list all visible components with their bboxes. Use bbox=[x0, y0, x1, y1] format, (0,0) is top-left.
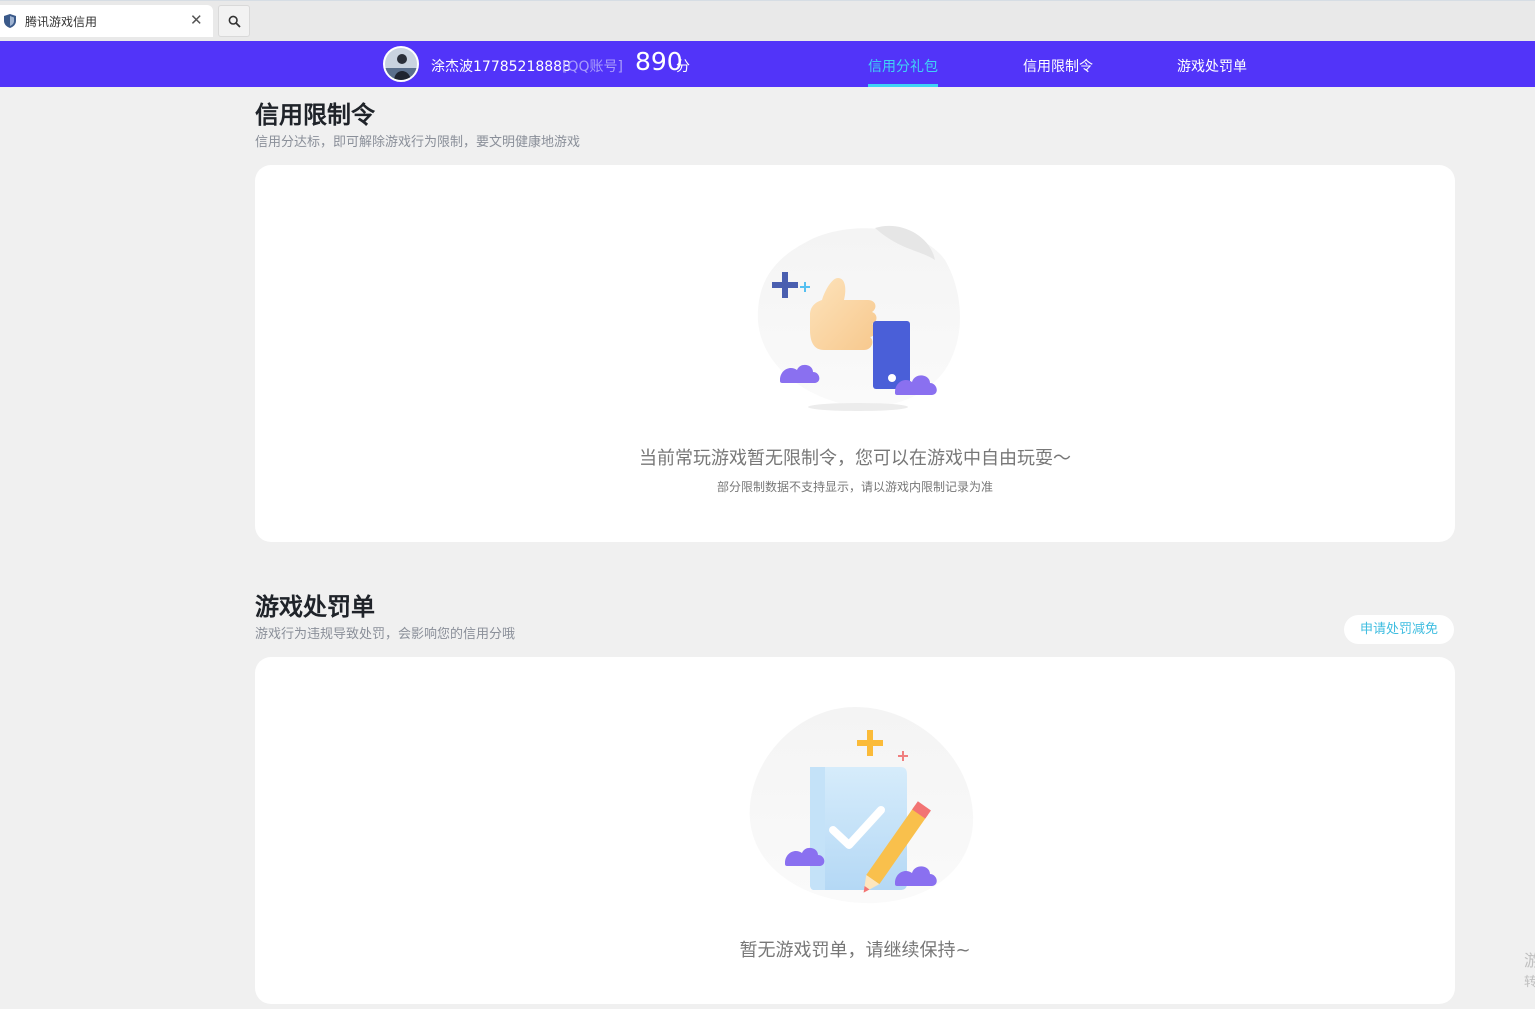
tab-credit-gift[interactable]: 信用分礼包 bbox=[868, 56, 938, 76]
edge-text-2: 转 bbox=[1524, 975, 1535, 990]
search-button[interactable] bbox=[218, 5, 250, 37]
browser-tab[interactable]: 腾讯游戏信用 ✕ bbox=[0, 5, 213, 37]
avatar[interactable] bbox=[383, 46, 419, 82]
restriction-empty-message: 当前常玩游戏暂无限制令，您可以在游戏中自由玩耍～ bbox=[639, 448, 1071, 469]
restriction-card: 当前常玩游戏暂无限制令，您可以在游戏中自由玩耍～ 部分限制数据不支持显示，请以游… bbox=[255, 165, 1455, 542]
penalty-title: 游戏处罚单 bbox=[255, 593, 375, 621]
username: 涂杰波17785218888 bbox=[431, 59, 571, 75]
restriction-subtitle: 信用分达标，即可解除游戏行为限制，要文明健康地游戏 bbox=[255, 135, 581, 150]
tab-credit-restriction[interactable]: 信用限制令 bbox=[1023, 56, 1093, 76]
thumbs-up-icon bbox=[757, 225, 960, 411]
edge-text-1: 游 bbox=[1524, 951, 1535, 970]
penalty-empty-message: 暂无游戏罚单，请继续保持~ bbox=[739, 940, 971, 961]
restriction-title: 信用限制令 bbox=[255, 101, 375, 129]
search-icon bbox=[228, 15, 241, 28]
account-type: [QQ账号] bbox=[562, 59, 623, 75]
tab-title: 腾讯游戏信用 bbox=[25, 15, 98, 29]
tab-game-penalty[interactable]: 游戏处罚单 bbox=[1177, 56, 1247, 76]
tab-close-icon[interactable]: ✕ bbox=[190, 10, 203, 30]
top-navbar: 涂杰波17785218888 [QQ账号] 890 分 信用分礼包 信用限制令 … bbox=[0, 41, 1535, 87]
browser-tab-strip: 腾讯游戏信用 ✕ bbox=[0, 0, 1535, 41]
penalty-card: 暂无游戏罚单，请继续保持~ bbox=[255, 657, 1455, 1004]
penalty-subtitle: 游戏行为违规导致处罚，会影响您的信用分哦 bbox=[255, 627, 516, 642]
clipboard-check-icon bbox=[749, 707, 974, 904]
restriction-note: 部分限制数据不支持显示，请以游戏内限制记录为准 bbox=[716, 480, 993, 494]
shield-icon bbox=[4, 14, 16, 28]
active-tab-indicator bbox=[868, 84, 938, 87]
apply-penalty-reduction-button[interactable]: 申请处罚减免 bbox=[1344, 615, 1454, 644]
score-unit: 分 bbox=[676, 59, 690, 75]
